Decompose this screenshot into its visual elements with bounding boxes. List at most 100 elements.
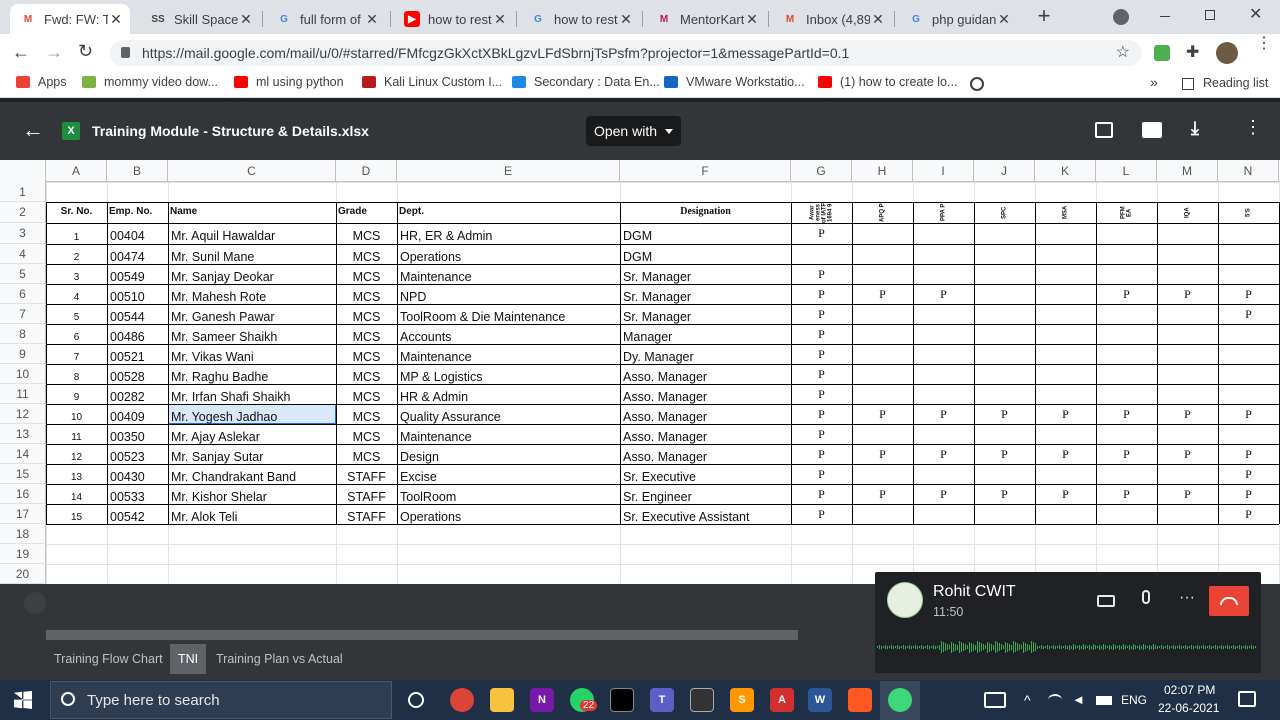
name-cell[interactable]: Mr. Kishor Shelar xyxy=(171,484,333,504)
training-mark-cell[interactable] xyxy=(1157,364,1218,384)
bookmark-item[interactable]: (1) how to create lo... xyxy=(818,75,957,89)
row-header[interactable]: 17 xyxy=(0,504,46,524)
sr-no-cell[interactable]: 1 xyxy=(49,223,104,244)
training-mark-cell[interactable]: P xyxy=(791,404,852,424)
column-header-g[interactable]: G xyxy=(791,160,852,182)
training-mark-cell[interactable] xyxy=(913,364,974,384)
training-mark-cell[interactable] xyxy=(1218,223,1279,244)
training-mark-cell[interactable]: P xyxy=(1096,404,1157,424)
training-mark-cell[interactable] xyxy=(1157,244,1218,264)
dept-cell[interactable]: MP & Logistics xyxy=(400,364,617,384)
training-mark-cell[interactable] xyxy=(1157,344,1218,364)
designation-cell[interactable]: DGM xyxy=(623,244,788,264)
row-header[interactable]: 20 xyxy=(0,564,46,584)
training-mark-cell[interactable] xyxy=(852,364,913,384)
training-mark-cell[interactable] xyxy=(974,284,1035,304)
name-cell[interactable]: Mr. Ajay Aslekar xyxy=(171,424,333,444)
more-options-icon[interactable]: ⋮ xyxy=(1244,117,1262,138)
grade-cell[interactable]: MCS xyxy=(339,223,394,244)
dept-cell[interactable]: Maintenance xyxy=(400,344,617,364)
training-mark-cell[interactable] xyxy=(1218,384,1279,404)
console-taskbar-icon[interactable] xyxy=(690,688,714,712)
dept-cell[interactable]: Maintenance xyxy=(400,264,617,284)
emp-no-cell[interactable]: 00523 xyxy=(110,444,165,464)
training-mark-cell[interactable] xyxy=(974,364,1035,384)
row-header[interactable]: 3 xyxy=(0,223,46,244)
training-mark-cell[interactable]: P xyxy=(1157,284,1218,304)
browser-tab[interactable]: M Fwd: FW: Training✕ xyxy=(10,4,130,34)
close-tab-icon[interactable]: ✕ xyxy=(870,11,886,28)
name-cell[interactable]: Mr. Aquil Hawaldar xyxy=(171,223,333,244)
battery-icon[interactable] xyxy=(1096,696,1112,705)
browser-tab[interactable]: Gfull form of ✕ xyxy=(266,4,386,34)
sr-no-cell[interactable]: 6 xyxy=(49,324,104,344)
word-taskbar-icon[interactable]: W xyxy=(808,688,832,712)
training-mark-cell[interactable]: P xyxy=(974,484,1035,504)
grade-cell[interactable]: MCS xyxy=(339,324,394,344)
row-header[interactable]: 5 xyxy=(0,264,46,284)
globe-bookmark-icon[interactable] xyxy=(970,77,984,91)
more-call-options-button[interactable]: ··· xyxy=(1179,589,1195,607)
notifications-icon[interactable] xyxy=(1238,691,1256,707)
training-mark-cell[interactable]: P xyxy=(1218,444,1279,464)
training-mark-cell[interactable] xyxy=(1157,264,1218,284)
clock-date[interactable]: 22-06-2021 xyxy=(1158,701,1219,715)
emp-no-cell[interactable]: 00542 xyxy=(110,504,165,524)
grade-cell[interactable]: MCS xyxy=(339,244,394,264)
sheet-tab[interactable]: Training Flow Chart xyxy=(46,644,171,674)
training-mark-cell[interactable] xyxy=(852,464,913,484)
training-mark-cell[interactable] xyxy=(913,464,974,484)
training-mark-cell[interactable] xyxy=(1096,223,1157,244)
close-tab-icon[interactable]: ✕ xyxy=(492,11,508,28)
emp-no-cell[interactable]: 00521 xyxy=(110,344,165,364)
dept-cell[interactable]: Maintenance xyxy=(400,424,617,444)
emp-no-cell[interactable]: 00533 xyxy=(110,484,165,504)
row-header[interactable]: 8 xyxy=(0,324,46,344)
training-mark-cell[interactable] xyxy=(1096,504,1157,524)
training-mark-cell[interactable] xyxy=(1096,244,1157,264)
close-tab-icon[interactable]: ✕ xyxy=(744,11,760,28)
training-mark-cell[interactable]: P xyxy=(913,404,974,424)
training-mark-cell[interactable]: P xyxy=(852,404,913,424)
designation-cell[interactable]: Dy. Manager xyxy=(623,344,788,364)
clock-time[interactable]: 02:07 PM xyxy=(1164,683,1215,697)
training-mark-cell[interactable] xyxy=(1218,324,1279,344)
dept-cell[interactable]: HR, ER & Admin xyxy=(400,223,617,244)
close-tab-icon[interactable]: ✕ xyxy=(996,11,1012,28)
microphone-icon[interactable] xyxy=(1142,590,1150,604)
wifi-icon[interactable] xyxy=(1048,694,1062,706)
grade-cell[interactable]: MCS xyxy=(339,444,394,464)
bookmark-item[interactable]: VMware Workstatio... xyxy=(664,75,805,89)
training-mark-cell[interactable] xyxy=(1035,324,1096,344)
reading-list-button[interactable]: Reading list xyxy=(1203,76,1268,90)
training-mark-cell[interactable] xyxy=(1157,304,1218,324)
sr-no-cell[interactable]: 15 xyxy=(49,504,104,524)
training-mark-cell[interactable] xyxy=(974,223,1035,244)
emp-no-cell[interactable]: 00282 xyxy=(110,384,165,404)
name-cell[interactable]: Mr. Alok Teli xyxy=(171,504,333,524)
sr-no-cell[interactable]: 2 xyxy=(49,244,104,264)
teams-taskbar-icon[interactable]: T xyxy=(650,688,674,712)
grade-cell[interactable]: STAFF xyxy=(339,484,394,504)
bookmark-item[interactable]: Apps xyxy=(16,75,67,89)
training-mark-cell[interactable]: P xyxy=(791,484,852,504)
onenote-taskbar-icon[interactable]: N xyxy=(530,688,554,712)
row-header[interactable]: 2 xyxy=(0,202,46,223)
training-mark-cell[interactable] xyxy=(913,223,974,244)
training-mark-cell[interactable]: P xyxy=(1096,484,1157,504)
terminal-taskbar-icon[interactable] xyxy=(610,688,634,712)
file-explorer-taskbar-icon[interactable] xyxy=(490,688,514,712)
extensions-puzzle-icon[interactable]: ✚ xyxy=(1186,42,1199,62)
close-tab-icon[interactable]: ✕ xyxy=(618,11,634,28)
training-mark-cell[interactable]: P xyxy=(791,504,852,524)
training-mark-cell[interactable] xyxy=(913,344,974,364)
bookmarks-overflow-button[interactable]: » xyxy=(1150,74,1158,90)
dept-cell[interactable]: ToolRoom & Die Maintenance xyxy=(400,304,617,324)
horizontal-scrollbar[interactable] xyxy=(46,630,798,640)
designation-cell[interactable]: Asso. Manager xyxy=(623,444,788,464)
sr-no-cell[interactable]: 14 xyxy=(49,484,104,504)
training-mark-cell[interactable] xyxy=(1157,223,1218,244)
taskbar-search-box[interactable]: Type here to search xyxy=(50,681,392,719)
training-mark-cell[interactable] xyxy=(791,244,852,264)
training-mark-cell[interactable] xyxy=(974,324,1035,344)
